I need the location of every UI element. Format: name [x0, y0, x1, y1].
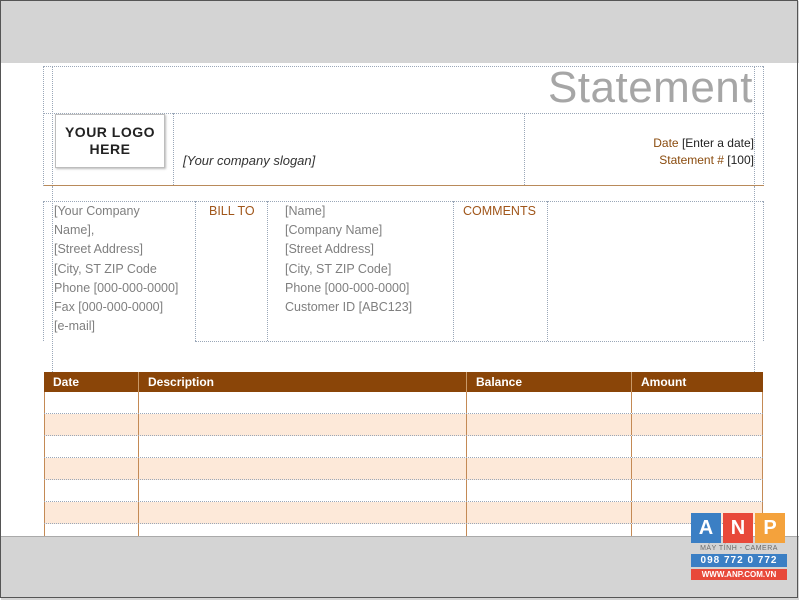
table-cell-description[interactable] — [139, 436, 467, 457]
table-cell-balance[interactable] — [467, 458, 632, 479]
statement-number-value[interactable]: [100] — [727, 153, 754, 167]
table-cell-description[interactable] — [139, 502, 467, 523]
bill-to-line: Customer ID [ABC123] — [285, 300, 413, 315]
guide-line — [754, 186, 755, 372]
guide-line — [173, 113, 174, 185]
table-cell-amount[interactable] — [632, 392, 763, 413]
company-slogan[interactable]: [Your company slogan] — [183, 153, 315, 168]
table-cell-balance[interactable] — [467, 480, 632, 501]
anp-subtitle: MÁY TÍNH - CAMERA — [700, 545, 778, 552]
company-info-line: [e-mail] — [54, 319, 95, 334]
bill-to-label: BILL TO — [209, 204, 255, 218]
document-title: Statement — [547, 63, 753, 112]
guide-line — [52, 66, 53, 186]
comments-label: COMMENTS — [463, 204, 536, 218]
guide-line — [43, 66, 763, 67]
bill-to-line: Phone [000-000-0000] — [285, 280, 410, 295]
column-header-amount: Amount — [641, 375, 687, 389]
table-row — [44, 392, 763, 414]
table-row — [44, 502, 763, 524]
statement-table: Date Description Balance Amount — [44, 372, 763, 546]
anp-watermark: ANP MÁY TÍNH - CAMERA 098 772 0 772 WWW.… — [691, 513, 787, 580]
anp-website: WWW.ANP.COM.VN — [691, 569, 787, 580]
date-value[interactable]: [Enter a date] — [682, 136, 754, 150]
anp-letter-tile: A — [691, 513, 721, 543]
table-cell-date[interactable] — [44, 480, 139, 501]
date-row: Date [Enter a date] — [653, 136, 754, 150]
table-cell-amount[interactable] — [632, 436, 763, 457]
table-cell-date[interactable] — [44, 414, 139, 435]
logo-placeholder[interactable]: YOUR LOGO HERE — [55, 114, 165, 168]
bill-to-line: [Company Name] — [285, 223, 383, 238]
company-info-line: [Your Company — [54, 204, 140, 218]
anp-letter-tile: P — [755, 513, 785, 543]
statement-number-row: Statement # [100] — [659, 153, 754, 167]
comments-field[interactable] — [548, 202, 753, 340]
company-info-line: Phone [000-000-0000] — [54, 280, 179, 295]
table-row — [44, 458, 763, 480]
column-header-date: Date — [44, 372, 139, 392]
guide-line — [52, 186, 53, 372]
guide-line — [43, 201, 44, 341]
table-cell-date[interactable] — [44, 392, 139, 413]
guide-line — [754, 66, 755, 186]
table-cell-balance[interactable] — [467, 392, 632, 413]
company-info[interactable]: [Your Company Name], [Street Address] [C… — [54, 202, 178, 336]
table-cell-date[interactable] — [44, 502, 139, 523]
table-body — [44, 392, 763, 546]
company-info-line: [City, ST ZIP Code — [54, 261, 157, 276]
table-row — [44, 480, 763, 502]
table-cell-description[interactable] — [139, 414, 467, 435]
guide-line — [763, 66, 764, 186]
bill-to-line: [Street Address] — [285, 242, 374, 257]
table-cell-balance[interactable] — [467, 502, 632, 523]
header-divider — [44, 185, 764, 186]
bill-to-info[interactable]: [Name] [Company Name] [Street Address] [… — [285, 202, 412, 317]
table-cell-description[interactable] — [139, 392, 467, 413]
table-cell-amount[interactable] — [632, 414, 763, 435]
table-cell-date[interactable] — [44, 436, 139, 457]
table-cell-balance[interactable] — [467, 414, 632, 435]
table-cell-description[interactable] — [139, 458, 467, 479]
bill-to-line: [Name] — [285, 204, 326, 218]
column-header-balance: Balance — [467, 372, 632, 392]
guide-line — [195, 341, 755, 342]
company-info-line: [Street Address] — [54, 242, 143, 257]
statement-number-label: Statement # — [659, 153, 724, 167]
table-row — [44, 414, 763, 436]
guide-line — [453, 201, 454, 341]
table-row — [44, 436, 763, 458]
table-cell-description[interactable] — [139, 480, 467, 501]
table-cell-amount[interactable] — [632, 458, 763, 479]
guide-line — [195, 201, 196, 341]
anp-letter-tile: N — [723, 513, 753, 543]
guide-line — [43, 66, 44, 186]
company-info-line: Name], — [54, 223, 95, 238]
company-info-line: Fax [000-000-0000] — [54, 300, 164, 315]
table-cell-balance[interactable] — [467, 436, 632, 457]
guide-line — [524, 113, 525, 185]
column-header-description: Description — [139, 372, 467, 392]
date-label: Date — [653, 136, 679, 150]
bill-to-line: [City, ST ZIP Code] — [285, 261, 392, 276]
table-header: Date Description Balance Amount — [44, 372, 763, 392]
table-cell-amount[interactable] — [632, 480, 763, 501]
table-cell-date[interactable] — [44, 458, 139, 479]
guide-line — [763, 201, 764, 341]
anp-phone: 098 772 0 772 — [691, 554, 787, 567]
anp-logo: ANP — [691, 513, 787, 543]
bottom-gray-band — [1, 536, 799, 600]
top-gray-band — [1, 1, 799, 63]
guide-line — [267, 201, 268, 341]
